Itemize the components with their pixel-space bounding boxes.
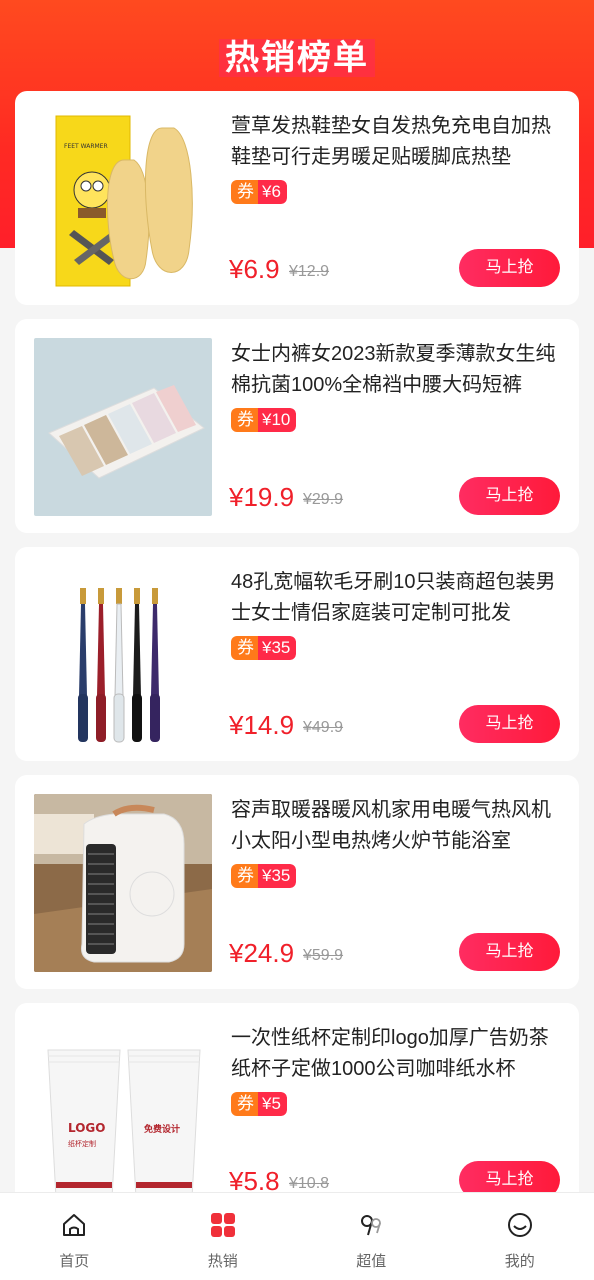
tab-mine-label: 我的 xyxy=(504,1253,535,1270)
original-price: ¥12.9 xyxy=(289,263,330,280)
tab-home[interactable]: 首页 xyxy=(0,1193,149,1280)
coupon-tag: 券 xyxy=(231,1092,258,1116)
coupon-tag: 券 xyxy=(231,864,258,888)
coupon-badge: 券 ¥5 xyxy=(231,1092,287,1116)
product-image-underwear[interactable] xyxy=(34,338,212,516)
buy-now-button[interactable]: 马上抢 xyxy=(459,249,560,287)
coupon-value: ¥35 xyxy=(258,864,297,888)
price: ¥19.9 xyxy=(229,482,295,512)
product-card[interactable]: 容声取暖器暖风机家用电暖气热风机小太阳小型电热烤火炉节能浴室 券 ¥35 ¥24.… xyxy=(15,775,579,989)
tab-mine[interactable]: 我的 xyxy=(446,1193,594,1280)
product-image-insoles[interactable]: FEET WARMER xyxy=(34,110,212,288)
tab-value[interactable]: 超值 xyxy=(297,1193,446,1280)
tab-hot-label: 热销 xyxy=(207,1253,238,1270)
tab-home-label: 首页 xyxy=(59,1253,90,1270)
price: ¥24.9 xyxy=(229,938,295,968)
coupon-tag: 券 xyxy=(231,408,258,432)
cup-free-design-text: 免费设计 xyxy=(144,1123,180,1135)
product-card[interactable]: LOGO 纸杯定制 免费设计 一次性纸杯定制印logo加厚广告奶茶纸杯子定做10… xyxy=(15,1003,579,1217)
coupon-value: ¥6 xyxy=(258,180,287,204)
grid-icon xyxy=(210,1213,235,1237)
insole-pack-text: FEET WARMER xyxy=(64,143,108,150)
original-price: ¥49.9 xyxy=(303,719,344,736)
coupon-value: ¥10 xyxy=(258,408,297,432)
cup-logo-text: LOGO xyxy=(68,1121,105,1135)
smile-icon xyxy=(507,1213,532,1237)
original-price: ¥29.9 xyxy=(303,491,344,508)
coupon-badge: 券 ¥6 xyxy=(231,180,287,204)
price: ¥6.9 xyxy=(229,254,280,284)
buy-now-button[interactable]: 马上抢 xyxy=(459,705,560,743)
product-card[interactable]: 女士内裤女2023新款夏季薄款女生纯棉抗菌100%全棉裆中腰大码短裤 券 ¥10 … xyxy=(15,319,579,533)
product-image-toothbrushes[interactable] xyxy=(34,566,212,744)
product-card[interactable]: 48孔宽幅软毛牙刷10只装商超包装男士女士情侣家庭装可定制可批发 券 ¥35 ¥1… xyxy=(15,547,579,761)
product-image-heater[interactable] xyxy=(34,794,212,972)
page-title-text: 热销榜单 xyxy=(219,39,375,77)
ninety-nine-icon xyxy=(361,1215,382,1236)
product-title[interactable]: 48孔宽幅软毛牙刷10只装商超包装男士女士情侣家庭装可定制可批发 xyxy=(231,567,563,629)
coupon-value: ¥5 xyxy=(258,1092,287,1116)
buy-now-button[interactable]: 马上抢 xyxy=(459,477,560,515)
product-title[interactable]: 女士内裤女2023新款夏季薄款女生纯棉抗菌100%全棉裆中腰大码短裤 xyxy=(231,339,563,401)
home-icon xyxy=(63,1214,86,1236)
coupon-badge: 券 ¥35 xyxy=(231,864,297,888)
coupon-tag: 券 xyxy=(231,180,258,204)
bottom-tab-bar: 首页 热销 超值 我的 xyxy=(0,1192,594,1280)
coupon-value: ¥35 xyxy=(258,636,297,660)
tab-value-label: 超值 xyxy=(356,1253,387,1270)
buy-now-button[interactable]: 马上抢 xyxy=(459,933,560,971)
coupon-badge: 券 ¥10 xyxy=(231,408,297,432)
product-title[interactable]: 萱草发热鞋垫女自发热免充电自加热鞋垫可行走男暖足贴暖脚底热垫 xyxy=(231,111,563,173)
product-image-paper-cups[interactable]: LOGO 纸杯定制 免费设计 xyxy=(34,1022,212,1200)
coupon-badge: 券 ¥35 xyxy=(231,636,297,660)
product-list: FEET WARMER 萱草发热鞋垫女自发热免充电自加热鞋垫可行走男暖足贴暖脚底… xyxy=(15,91,579,1231)
product-card[interactable]: FEET WARMER 萱草发热鞋垫女自发热免充电自加热鞋垫可行走男暖足贴暖脚底… xyxy=(15,91,579,305)
product-title[interactable]: 容声取暖器暖风机家用电暖气热风机小太阳小型电热烤火炉节能浴室 xyxy=(231,795,563,857)
original-price: ¥59.9 xyxy=(303,947,344,964)
cup-custom-text: 纸杯定制 xyxy=(68,1139,96,1148)
product-title[interactable]: 一次性纸杯定制印logo加厚广告奶茶纸杯子定做1000公司咖啡纸水杯 xyxy=(231,1023,563,1085)
page-title: 热销榜单 xyxy=(0,30,594,79)
tab-hot[interactable]: 热销 xyxy=(149,1193,298,1280)
price: ¥14.9 xyxy=(229,710,295,740)
original-price: ¥10.8 xyxy=(289,1175,330,1192)
coupon-tag: 券 xyxy=(231,636,258,660)
